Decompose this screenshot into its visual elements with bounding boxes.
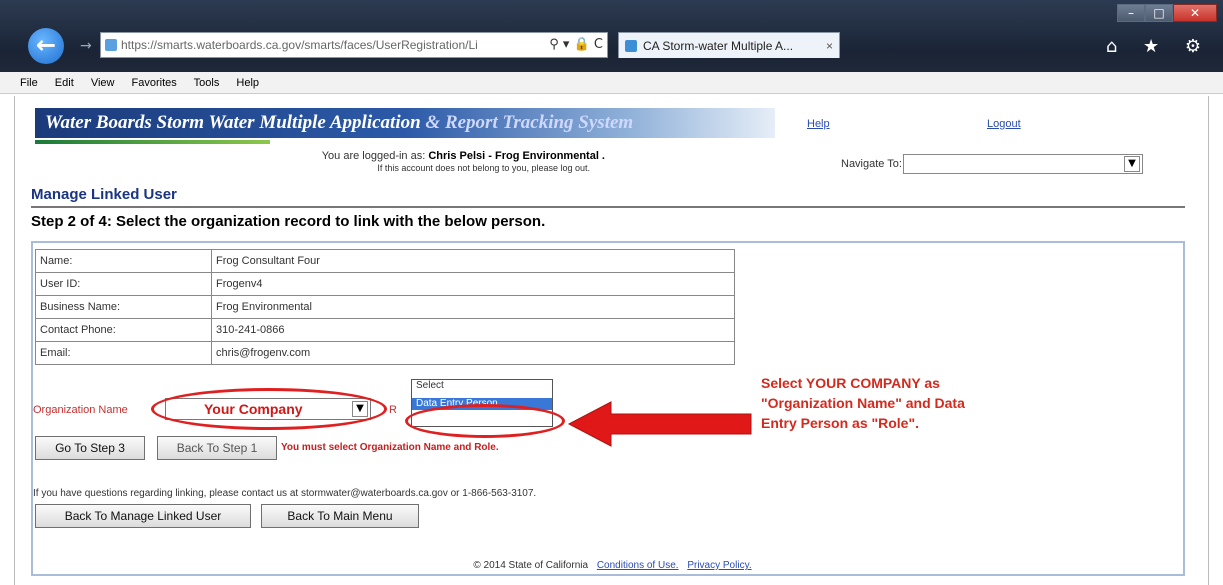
menu-favorites[interactable]: Favorites (132, 77, 177, 89)
logout-link[interactable]: Logout (987, 118, 1021, 130)
banner-title-accent: & Report Tracking System (420, 112, 634, 133)
menu-bar: File Edit View Favorites Tools Help (0, 72, 1223, 94)
business-name-label: Business Name: (35, 295, 212, 319)
help-link[interactable]: Help (807, 118, 830, 130)
logged-in-note: If this account does not belong to you, … (377, 163, 590, 173)
email-label: Email: (35, 341, 212, 365)
table-row: Contact Phone: 310-241-0866 (35, 318, 735, 342)
banner-underline (35, 140, 270, 144)
logged-in-status: You are logged-in as: Chris Pelsi - Frog… (15, 150, 605, 162)
back-to-main-menu-button[interactable]: Back To Main Menu (261, 504, 419, 528)
contact-message: If you have questions regarding linking,… (33, 488, 537, 499)
validation-error: You must select Organization Name and Ro… (281, 442, 499, 453)
business-name-value: Frog Environmental (211, 295, 735, 319)
tab-title: CA Storm-water Multiple A... (643, 39, 794, 53)
forward-arrow-icon[interactable]: → (80, 38, 92, 54)
role-option-select[interactable]: Select (412, 380, 552, 392)
minimize-button[interactable]: – (1117, 4, 1145, 22)
menu-tools[interactable]: Tools (194, 77, 220, 89)
logged-in-user: Chris Pelsi - Frog Environmental . (428, 150, 605, 162)
menu-file[interactable]: File (20, 77, 38, 89)
table-row: Name: Frog Consultant Four (35, 249, 735, 273)
menu-view[interactable]: View (91, 77, 115, 89)
user-id-label: User ID: (35, 272, 212, 296)
favicon-icon (625, 40, 637, 52)
annotation-text: Select YOUR COMPANY as "Organization Nam… (761, 375, 965, 431)
person-info-table: Name: Frog Consultant Four User ID: Frog… (35, 249, 735, 365)
address-bar[interactable]: https://smarts.waterboards.ca.gov/smarts… (100, 32, 608, 58)
privacy-policy-link[interactable]: Privacy Policy. (687, 560, 751, 571)
annotation-arrow-icon (567, 401, 752, 447)
browser-titlebar: – □ ✕ ← → https://smarts.waterboards.ca.… (0, 0, 1223, 72)
address-tools-icon[interactable]: ⚲ ▾ 🔒 C (545, 33, 603, 57)
chevron-down-icon[interactable]: ▼ (1124, 156, 1140, 172)
home-favorites-settings-icons[interactable]: ⌂ ★ ⚙ (1106, 36, 1211, 57)
banner-title: Water Boards Storm Water Multiple Applic… (45, 112, 421, 133)
back-to-step-1-button[interactable]: Back To Step 1 (157, 436, 277, 460)
menu-edit[interactable]: Edit (55, 77, 74, 89)
address-url: https://smarts.waterboards.ca.gov/smarts… (121, 38, 478, 52)
role-label: R (389, 404, 397, 416)
organization-name-label: Organization Name (33, 404, 128, 416)
section-title: Manage Linked User (31, 186, 177, 203)
page-content: Water Boards Storm Water Multiple Applic… (14, 96, 1209, 585)
name-value: Frog Consultant Four (211, 249, 735, 273)
back-arrow-icon[interactable]: ← (28, 28, 64, 64)
close-window-button[interactable]: ✕ (1173, 4, 1217, 22)
navigate-label: Navigate To: (841, 158, 902, 170)
copyright-text: © 2014 State of California (473, 560, 589, 571)
browser-tab[interactable]: CA Storm-water Multiple A... × (618, 32, 840, 58)
conditions-of-use-link[interactable]: Conditions of Use. (597, 560, 679, 571)
table-row: Business Name: Frog Environmental (35, 295, 735, 319)
navigate-select[interactable]: ▼ (903, 154, 1143, 174)
logged-in-prefix: You are logged-in as: (321, 150, 429, 162)
page-footer: © 2014 State of California Conditions of… (15, 560, 1210, 571)
go-to-step-3-button[interactable]: Go To Step 3 (35, 436, 145, 460)
table-row: User ID: Frogenv4 (35, 272, 735, 296)
highlight-oval-role (405, 404, 565, 438)
contact-phone-label: Contact Phone: (35, 318, 212, 342)
contact-phone-value: 310-241-0866 (211, 318, 735, 342)
user-id-value: Frogenv4 (211, 272, 735, 296)
tab-close-icon[interactable]: × (826, 33, 833, 59)
name-label: Name: (35, 249, 212, 273)
page-icon (105, 39, 117, 51)
highlight-oval-organization (151, 388, 387, 430)
site-banner: Water Boards Storm Water Multiple Applic… (35, 108, 775, 138)
divider (31, 206, 1185, 208)
step-title: Step 2 of 4: Select the organization rec… (31, 213, 546, 230)
window-controls: – □ ✕ (1117, 4, 1217, 22)
back-to-manage-linked-user-button[interactable]: Back To Manage Linked User (35, 504, 251, 528)
maximize-button[interactable]: □ (1145, 4, 1173, 22)
email-value: chris@frogenv.com (211, 341, 735, 365)
menu-help[interactable]: Help (236, 77, 259, 89)
table-row: Email: chris@frogenv.com (35, 341, 735, 365)
